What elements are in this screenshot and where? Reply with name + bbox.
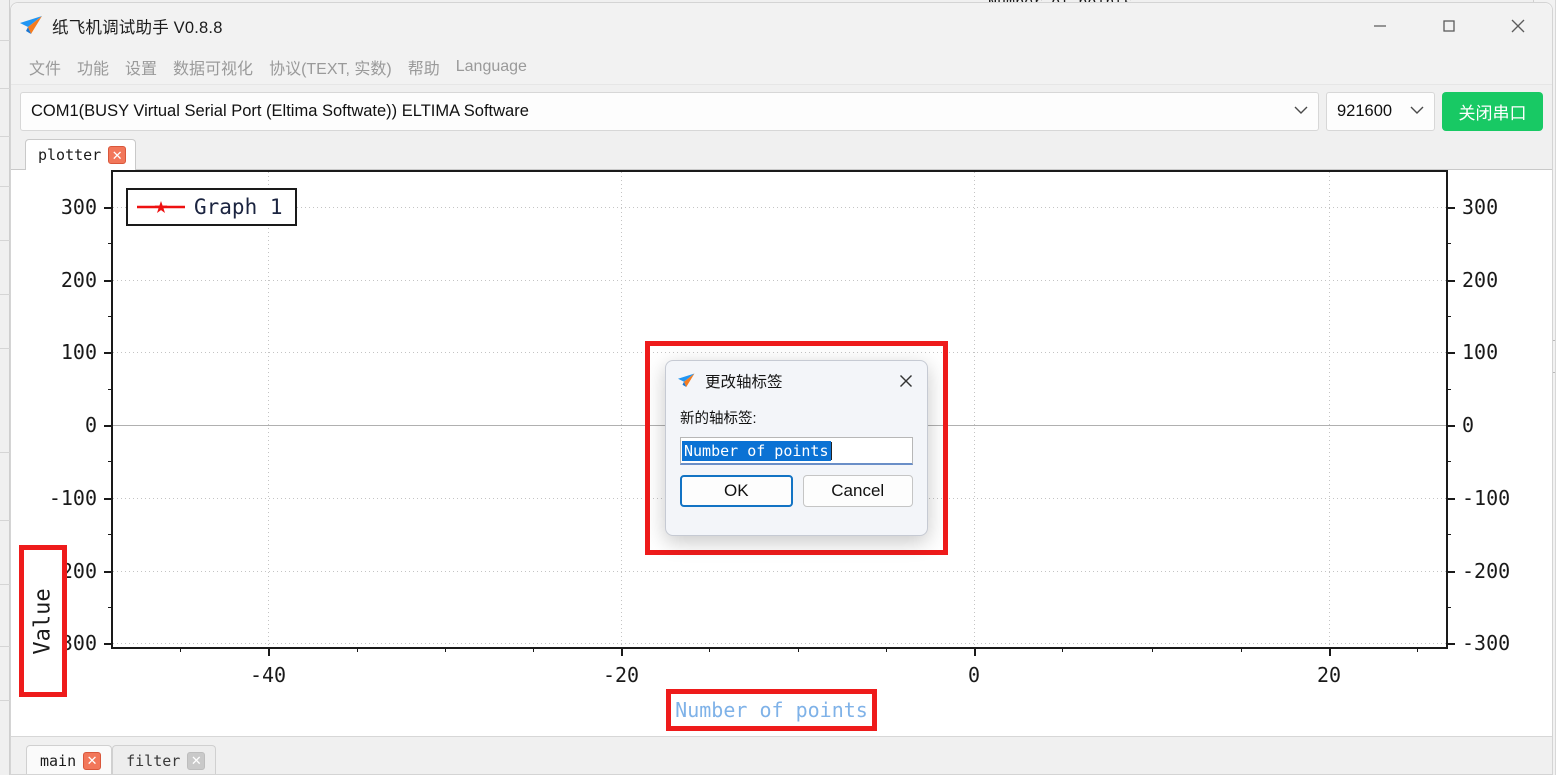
right-ytick-label-300: 300 bbox=[1462, 195, 1499, 219]
background-window-left-edge bbox=[0, 0, 10, 775]
right-ytick-label-neg200: -200 bbox=[1462, 559, 1511, 583]
close-icon[interactable] bbox=[1483, 3, 1552, 49]
paper-plane-icon bbox=[676, 372, 698, 390]
close-icon[interactable]: ✕ bbox=[83, 751, 102, 770]
xtick-label-20: 20 bbox=[1316, 663, 1342, 687]
gridline-y-200 bbox=[113, 280, 1446, 281]
tab-plotter[interactable]: plotter ✕ bbox=[25, 139, 137, 170]
tab-filter[interactable]: filter ✕ bbox=[112, 745, 217, 774]
close-icon[interactable] bbox=[891, 366, 921, 396]
ok-button[interactable]: OK bbox=[680, 475, 793, 507]
bottom-tab-bar: main ✕ filter ✕ bbox=[11, 736, 1552, 774]
gridline-x-neg40 bbox=[268, 172, 269, 647]
dialog-body: 新的轴标签: Number of points OK Cancel bbox=[666, 401, 927, 507]
x-axis-label: Number of points bbox=[675, 698, 868, 722]
tab-main-label: main bbox=[40, 751, 77, 770]
ytick-label-300: 300 bbox=[60, 195, 97, 219]
chevron-down-icon bbox=[1410, 102, 1424, 120]
dialog-title: 更改轴标签 bbox=[705, 374, 783, 391]
xtick-label-neg20: -20 bbox=[602, 663, 640, 687]
dialog-title-bar: 更改轴标签 bbox=[666, 361, 927, 401]
paper-plane-icon bbox=[18, 14, 46, 38]
cancel-button[interactable]: Cancel bbox=[802, 475, 913, 507]
menu-item-function[interactable]: 功能 bbox=[69, 52, 117, 82]
axis-label-input[interactable]: Number of points bbox=[680, 437, 913, 465]
gridline-x-0 bbox=[974, 172, 975, 647]
title-bar: 纸飞机调试助手 V0.8.8 bbox=[11, 3, 1552, 49]
xtick-label-neg40: -40 bbox=[249, 663, 287, 687]
chevron-down-icon bbox=[1294, 102, 1308, 120]
dialog-prompt-label: 新的轴标签: bbox=[680, 411, 757, 427]
legend-series-label: Graph 1 bbox=[194, 195, 283, 219]
axis-label-dialog[interactable]: 更改轴标签 新的轴标签: Number of points OK Cancel bbox=[665, 360, 928, 536]
baud-rate-value: 921600 bbox=[1337, 101, 1393, 120]
gridline-y-300 bbox=[113, 207, 1446, 208]
menu-item-help[interactable]: 帮助 bbox=[400, 52, 448, 82]
menu-item-protocol[interactable]: 协议(TEXT, 实数) bbox=[261, 52, 400, 82]
menu-item-language[interactable]: Language bbox=[448, 55, 535, 79]
right-ytick-label-100: 100 bbox=[1462, 340, 1499, 364]
xtick-label-0: 0 bbox=[967, 663, 981, 687]
ytick-label-200: 200 bbox=[60, 268, 97, 292]
maximize-icon[interactable] bbox=[1414, 3, 1483, 49]
ytick-label-100: 100 bbox=[60, 340, 97, 364]
baud-rate-select[interactable]: 921600 bbox=[1326, 91, 1435, 131]
menu-item-data-visualization[interactable]: 数据可视化 bbox=[165, 52, 261, 82]
com-port-value: COM1(BUSY Virtual Serial Port (Eltima So… bbox=[31, 101, 529, 120]
y-axis-label: Value bbox=[30, 587, 56, 655]
chart-legend[interactable]: Graph 1 bbox=[126, 188, 297, 226]
dialog-button-row: OK Cancel bbox=[680, 475, 913, 507]
right-ytick-label-neg100: -100 bbox=[1462, 486, 1511, 510]
gridline-y-neg300 bbox=[113, 643, 1446, 644]
minimize-icon[interactable] bbox=[1345, 3, 1414, 49]
right-ytick-label-0: 0 bbox=[1462, 413, 1475, 437]
tab-main[interactable]: main ✕ bbox=[26, 745, 113, 774]
gridline-x-20 bbox=[1329, 172, 1330, 647]
ytick-label-neg100: -100 bbox=[48, 486, 97, 510]
close-icon[interactable]: ✕ bbox=[108, 146, 127, 164]
gridline-x-neg20 bbox=[621, 172, 622, 647]
menu-item-settings[interactable]: 设置 bbox=[117, 52, 165, 82]
close-port-button[interactable]: 关闭串口 bbox=[1442, 91, 1543, 131]
menu-bar: 文件 功能 设置 数据可视化 协议(TEXT, 实数) 帮助 Language bbox=[11, 49, 1552, 85]
serial-port-toolbar: COM1(BUSY Virtual Serial Port (Eltima So… bbox=[11, 85, 1552, 137]
x-axis-label-highlight[interactable]: Number of points bbox=[666, 689, 877, 731]
right-ytick-label-200: 200 bbox=[1462, 268, 1499, 292]
right-ytick-label-neg300: -300 bbox=[1462, 631, 1511, 655]
menu-item-file[interactable]: 文件 bbox=[21, 52, 69, 82]
close-icon[interactable]: ✕ bbox=[187, 751, 206, 770]
plot-tab-bar: plotter ✕ bbox=[11, 137, 1552, 170]
application-window: 纸飞机调试助手 V0.8.8 文件 功能 设置 数据可视化 协议(TEXT, 实… bbox=[10, 2, 1553, 775]
tab-plotter-label: plotter bbox=[38, 146, 102, 164]
gridline-y-neg200 bbox=[113, 571, 1446, 572]
tab-filter-label: filter bbox=[126, 751, 181, 770]
text-caret bbox=[830, 441, 832, 460]
com-port-select[interactable]: COM1(BUSY Virtual Serial Port (Eltima So… bbox=[20, 91, 1319, 131]
window-title: 纸飞机调试助手 V0.8.8 bbox=[52, 19, 223, 37]
window-controls bbox=[1345, 3, 1552, 49]
legend-series-marker bbox=[137, 201, 185, 213]
ytick-label-0: 0 bbox=[84, 413, 97, 437]
axis-label-input-value: Number of points bbox=[682, 440, 831, 461]
y-axis-label-highlight[interactable]: Value bbox=[19, 545, 67, 697]
